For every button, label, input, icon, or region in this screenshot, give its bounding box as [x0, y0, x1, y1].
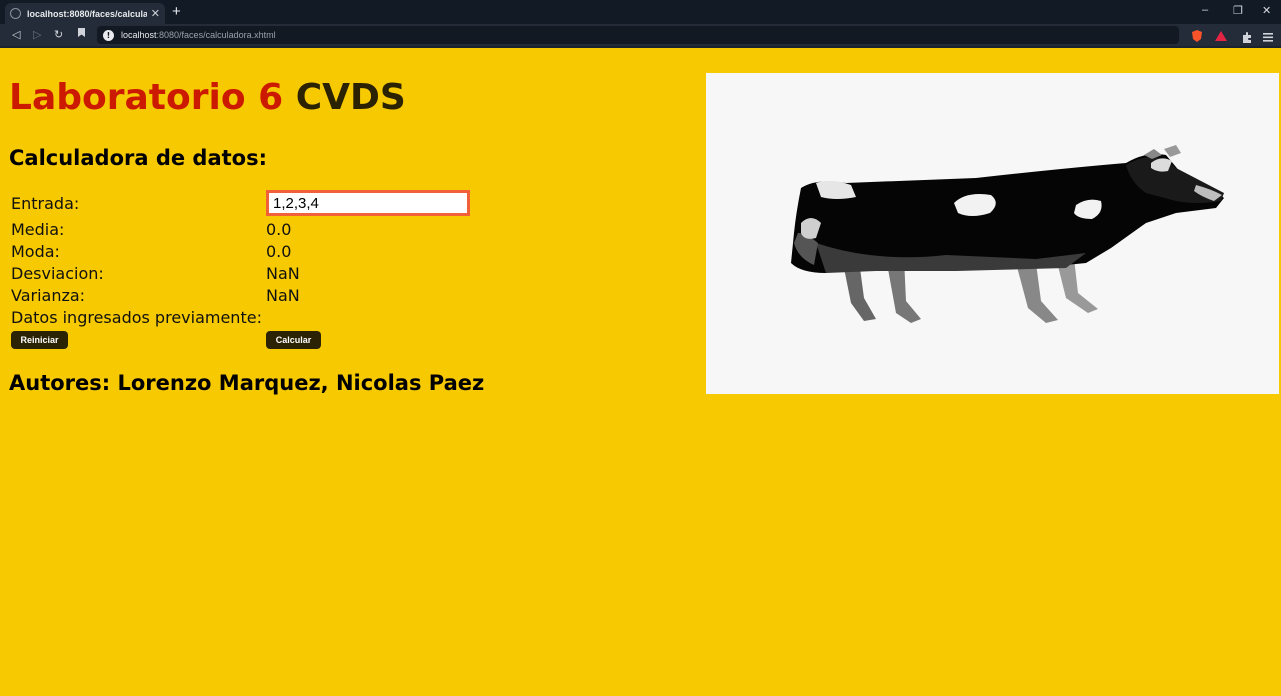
address-bar[interactable]: ! localhost:8080/faces/calculadora.xhtml — [97, 26, 1179, 44]
url-host: localhost — [121, 30, 157, 40]
close-tab-icon[interactable]: ✕ — [151, 7, 160, 20]
tab-title: localhost:8080/faces/calculadora.xhtml — [27, 8, 147, 19]
media-value: 0.0 — [266, 220, 292, 239]
entrada-input[interactable]: 1,2,3,4 — [266, 190, 470, 216]
page-title-dark: CVDS — [295, 77, 406, 118]
calcular-button[interactable]: Calcular — [266, 331, 321, 349]
bookmark-icon[interactable] — [77, 27, 86, 43]
new-tab-icon[interactable]: + — [172, 3, 181, 21]
extensions-icon[interactable] — [1241, 28, 1255, 43]
authors-heading: Autores: Lorenzo Marquez, Nicolas Paez — [9, 371, 485, 395]
reload-icon[interactable]: ↻ — [54, 27, 63, 43]
varianza-label: Varianza: — [11, 286, 86, 305]
moda-label: Moda: — [11, 242, 60, 261]
desviacion-label: Desviacion: — [11, 264, 104, 283]
cow-image — [706, 73, 1279, 394]
desviacion-value: NaN — [266, 264, 300, 283]
minimize-icon[interactable]: – — [1202, 4, 1208, 16]
browser-toolbar: ◁ ▷ ↻ ! localhost:8080/faces/calculadora… — [0, 24, 1281, 46]
globe-icon — [10, 8, 21, 19]
browser-tab[interactable]: localhost:8080/faces/calculadora.xhtml ✕ — [5, 3, 165, 24]
forward-icon[interactable]: ▷ — [33, 27, 41, 43]
media-label: Media: — [11, 220, 65, 239]
back-icon[interactable]: ◁ — [12, 27, 20, 43]
varianza-value: NaN — [266, 286, 300, 305]
tab-strip: localhost:8080/faces/calculadora.xhtml ✕… — [0, 0, 1281, 24]
brave-shield-icon[interactable] — [1190, 28, 1204, 42]
url-path: :8080/faces/calculadora.xhtml — [156, 30, 276, 40]
restore-icon[interactable]: ❐ — [1233, 4, 1243, 17]
page-title: Laboratorio 6 CVDS — [9, 77, 406, 119]
page-content: Laboratorio 6 CVDS Calculadora de datos:… — [0, 48, 1281, 696]
entrada-label: Entrada: — [11, 194, 80, 213]
brave-rewards-icon[interactable] — [1214, 28, 1228, 42]
page-title-red: Laboratorio 6 — [9, 77, 284, 118]
menu-icon[interactable] — [1263, 28, 1277, 42]
reiniciar-button[interactable]: Reiniciar — [11, 331, 68, 349]
close-window-icon[interactable]: ✕ — [1262, 4, 1271, 17]
info-icon[interactable]: ! — [103, 29, 114, 41]
calculator-heading: Calculadora de datos: — [9, 146, 267, 170]
moda-value: 0.0 — [266, 242, 292, 261]
previous-data-label: Datos ingresados previamente: — [11, 308, 262, 327]
